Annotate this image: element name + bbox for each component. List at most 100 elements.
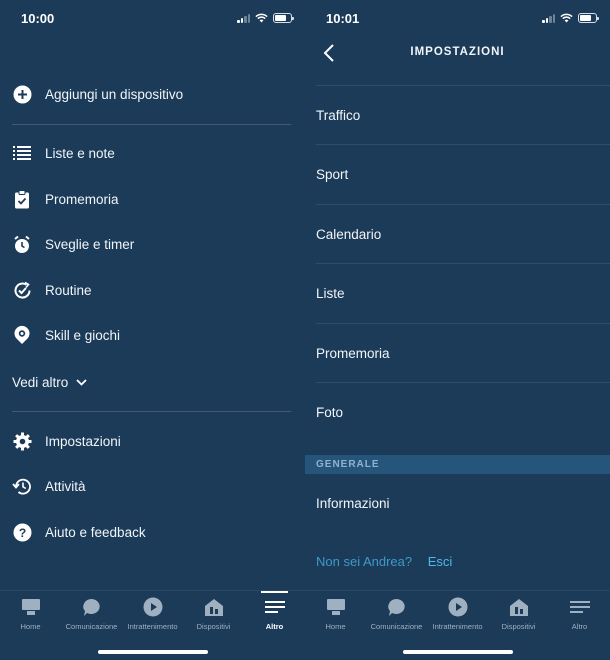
menu-label: Skill e giochi [45,327,121,343]
devices-icon [204,596,224,618]
svg-text:?: ? [18,526,25,540]
menu-skills-games[interactable]: Skill e giochi [12,320,291,350]
help-icon: ? [12,522,32,542]
skill-location-icon [12,325,32,345]
menu-help-feedback[interactable]: ? Aiuto e feedback [12,517,291,547]
menu-label: Liste e note [45,145,115,161]
status-icons [237,13,294,23]
not-you-link[interactable]: Non sei Andrea? [316,554,412,569]
menu-label: Aiuto e feedback [45,524,146,540]
see-more-label: Vedi altro [12,374,69,390]
menu-reminders[interactable]: Promemoria [12,184,291,214]
settings-row-traffic[interactable]: Traffico [316,85,610,144]
devices-icon [509,596,529,618]
left-screen: 10:00 Aggiungi un dispositivo Liste e no… [0,0,305,660]
menu-routine[interactable]: Routine [12,275,291,305]
settings-row-label: Traffico [316,107,361,123]
tab-label: Intrattenimento [127,622,178,631]
settings-row-lists[interactable]: Liste [316,263,610,322]
tab-label: Comunicazione [370,622,423,631]
home-icon [21,596,41,618]
settings-row-label: Liste [316,285,345,301]
bottom-tab-bar: Home Comunicazione Intrattenimento Dispo… [0,590,305,660]
settings-row-label: Sport [316,166,349,182]
tab-label: Home [325,622,346,631]
tab-label: Comunicazione [65,622,118,631]
tab-label: Intrattenimento [432,622,483,631]
home-icon [326,596,346,618]
status-time: 10:00 [21,11,55,26]
menu-label: Impostazioni [45,433,121,449]
see-more-toggle[interactable]: Vedi altro [12,371,87,393]
status-icons [542,13,599,23]
status-time: 10:01 [326,11,360,26]
battery-icon [578,13,599,23]
menu-label: Aggiungi un dispositivo [45,86,184,102]
tab-label: Altro [265,622,284,631]
menu-add-device[interactable]: Aggiungi un dispositivo [12,79,291,109]
menu-label: Sveglie e timer [45,236,135,252]
settings-row-photos[interactable]: Foto [316,382,610,441]
more-menu-icon [569,596,590,618]
menu-lists-notes[interactable]: Liste e note [12,138,291,168]
settings-row-sport[interactable]: Sport [316,144,610,203]
more-menu-icon [264,596,285,618]
tab-label: Dispositivi [501,622,536,631]
menu-alarms-timers[interactable]: Sveglie e timer [12,229,291,259]
home-indicator [402,650,513,654]
cellular-signal-icon [237,13,250,23]
menu-label: Routine [45,282,92,298]
menu-settings[interactable]: Impostazioni [12,426,291,456]
tab-devices[interactable]: Dispositivi [488,596,549,636]
wifi-icon [560,13,573,23]
bottom-tab-bar: Home Comunicazione Intrattenimento Dispo… [305,590,610,660]
status-bar: 10:01 [305,0,610,38]
tab-label: Home [20,622,41,631]
settings-row-label: Foto [316,404,344,420]
tab-communication[interactable]: Comunicazione [61,596,122,636]
chat-icon [82,596,102,618]
tab-devices[interactable]: Dispositivi [183,596,244,636]
tab-label: Dispositivi [196,622,231,631]
tab-home[interactable]: Home [305,596,366,636]
wifi-icon [255,13,268,23]
menu-activity[interactable]: Attività [12,471,291,501]
tab-more[interactable]: Altro [244,596,305,636]
chat-icon [387,596,407,618]
settings-row-label: Promemoria [316,345,390,361]
list-icon [12,143,32,163]
active-tab-indicator [261,591,288,593]
divider [12,124,291,125]
cellular-signal-icon [542,13,555,23]
play-icon [448,596,468,618]
tab-label: Altro [571,622,588,631]
play-icon [143,596,163,618]
tab-home[interactable]: Home [0,596,61,636]
divider [12,411,291,412]
settings-row-info[interactable]: Informazioni [316,474,610,533]
settings-row-calendar[interactable]: Calendario [316,204,610,263]
section-header-general: GENERALE [305,455,610,474]
routine-check-icon [12,280,32,300]
plus-circle-icon [12,84,32,104]
tab-entertainment[interactable]: Intrattenimento [427,596,488,636]
settings-row-label: Calendario [316,226,382,242]
tab-communication[interactable]: Comunicazione [366,596,427,636]
tab-entertainment[interactable]: Intrattenimento [122,596,183,636]
status-bar: 10:00 [0,0,305,38]
battery-icon [273,13,294,23]
page-title: IMPOSTAZIONI [410,46,505,58]
logout-link[interactable]: Esci [428,554,453,569]
settings-row-label: Informazioni [316,496,390,511]
chevron-down-icon [76,378,87,386]
home-indicator [97,650,208,654]
gear-icon [12,431,32,451]
tab-more[interactable]: Altro [549,596,610,636]
menu-label: Promemoria [45,191,119,207]
right-screen: 10:01 IMPOSTAZIONI Traffico Sport Calend… [305,0,610,660]
history-icon [12,476,32,496]
alarm-clock-icon [12,234,32,254]
clipboard-check-icon [12,189,32,209]
not-you-line: Non sei Andrea? Esci [316,554,452,569]
settings-row-reminders[interactable]: Promemoria [316,323,610,382]
